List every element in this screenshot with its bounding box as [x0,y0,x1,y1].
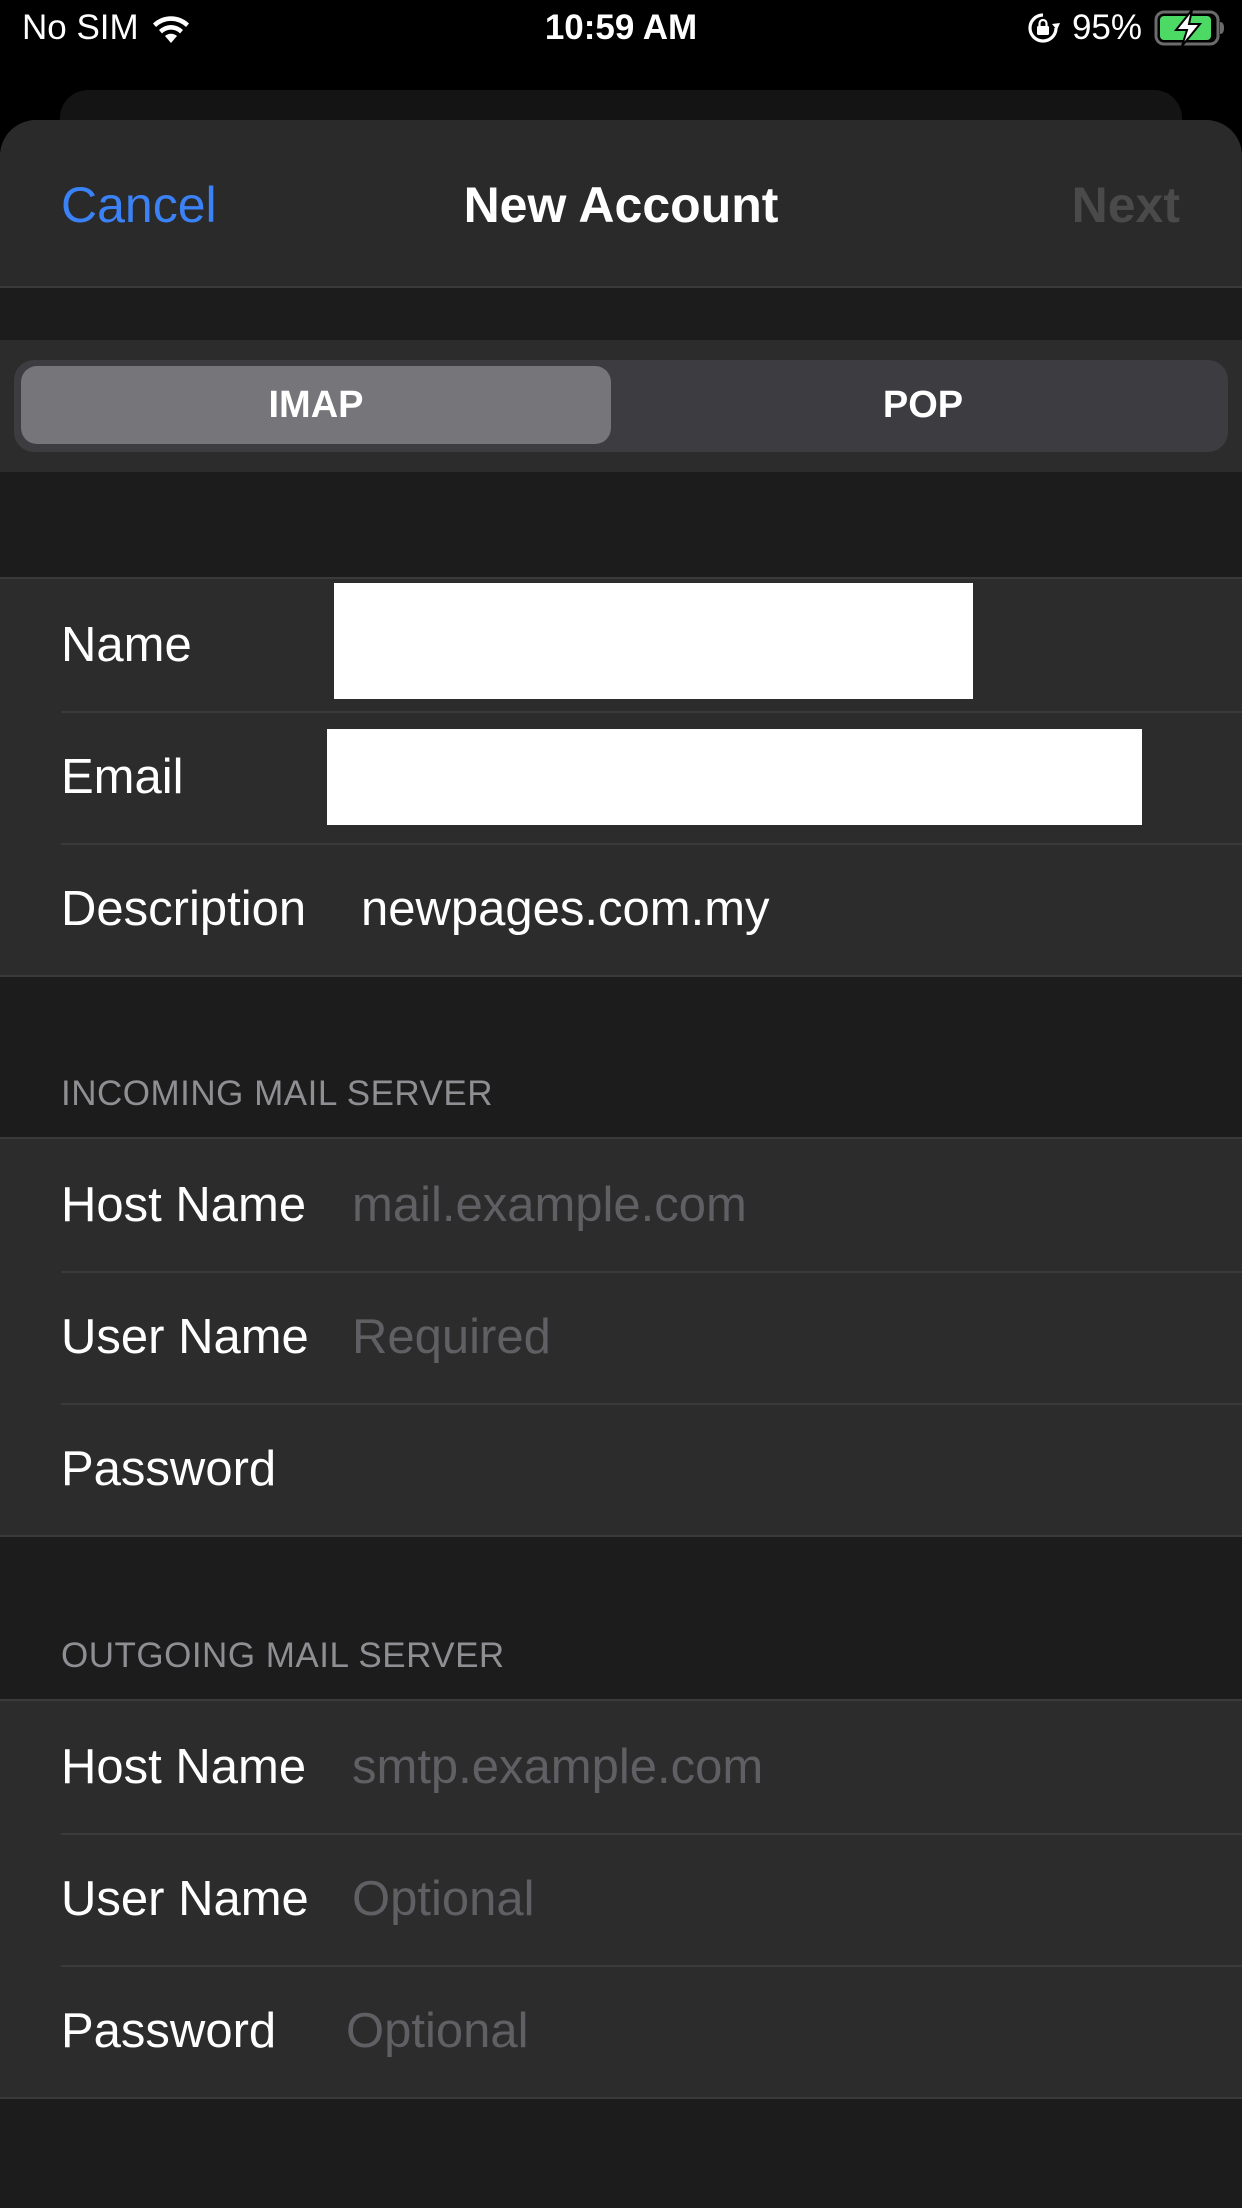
incoming-username-input[interactable]: Required [352,1309,551,1365]
outgoing-section-header: OUTGOING MAIL SERVER [61,1636,505,1675]
incoming-username-row: User Name Required [0,1271,1242,1403]
new-account-sheet: Cancel New Account Next IMAP POP Name Em… [0,120,1242,2208]
cancel-button[interactable]: Cancel [61,176,217,234]
outgoing-host-row: Host Name smtp.example.com [0,1701,1242,1833]
name-row: Name [0,579,1242,711]
email-field[interactable] [327,729,1142,825]
name-label: Name [61,618,192,672]
outgoing-host-input[interactable]: smtp.example.com [352,1739,763,1795]
incoming-section-header: INCOMING MAIL SERVER [61,1074,494,1113]
outgoing-host-label: Host Name [61,1740,307,1794]
account-type-row: IMAP POP [0,340,1242,472]
name-field[interactable] [334,583,973,699]
nav-bar: Cancel New Account Next [0,120,1242,288]
description-row: Description newpages.com.my [0,843,1242,975]
incoming-host-input[interactable]: mail.example.com [352,1177,747,1233]
battery-icon [1154,10,1226,46]
segment-imap[interactable]: IMAP [21,366,611,444]
status-bar: No SIM 10:59 AM 95% [0,0,1242,88]
email-row: Email [0,711,1242,843]
account-type-segmented-control: IMAP POP [14,360,1228,452]
lock-rotation-icon [1026,11,1060,45]
outgoing-username-input[interactable]: Optional [352,1871,535,1927]
next-button[interactable]: Next [1072,176,1180,234]
outgoing-username-label: User Name [61,1872,309,1926]
outgoing-password-input[interactable]: Optional [346,2003,529,2059]
outgoing-password-row: Password Optional [0,1965,1242,2097]
description-field[interactable]: newpages.com.my [361,881,770,937]
incoming-server-group: Host Name mail.example.com User Name Req… [0,1137,1242,1537]
segment-pop[interactable]: POP [628,366,1218,444]
outgoing-username-row: User Name Optional [0,1833,1242,1965]
email-label: Email [61,750,184,804]
account-info-group: Name Email Description newpages.com.my [0,577,1242,977]
outgoing-password-label: Password [61,2004,277,2058]
incoming-password-row: Password [0,1403,1242,1535]
incoming-host-row: Host Name mail.example.com [0,1139,1242,1271]
incoming-password-input[interactable] [352,1439,1152,1499]
battery-percent: 95% [1071,8,1142,47]
description-label: Description [61,882,307,936]
incoming-host-label: Host Name [61,1178,307,1232]
status-right: 95% [1026,8,1226,48]
outgoing-server-group: Host Name smtp.example.com User Name Opt… [0,1699,1242,2099]
incoming-password-label: Password [61,1442,277,1496]
incoming-username-label: User Name [61,1310,309,1364]
